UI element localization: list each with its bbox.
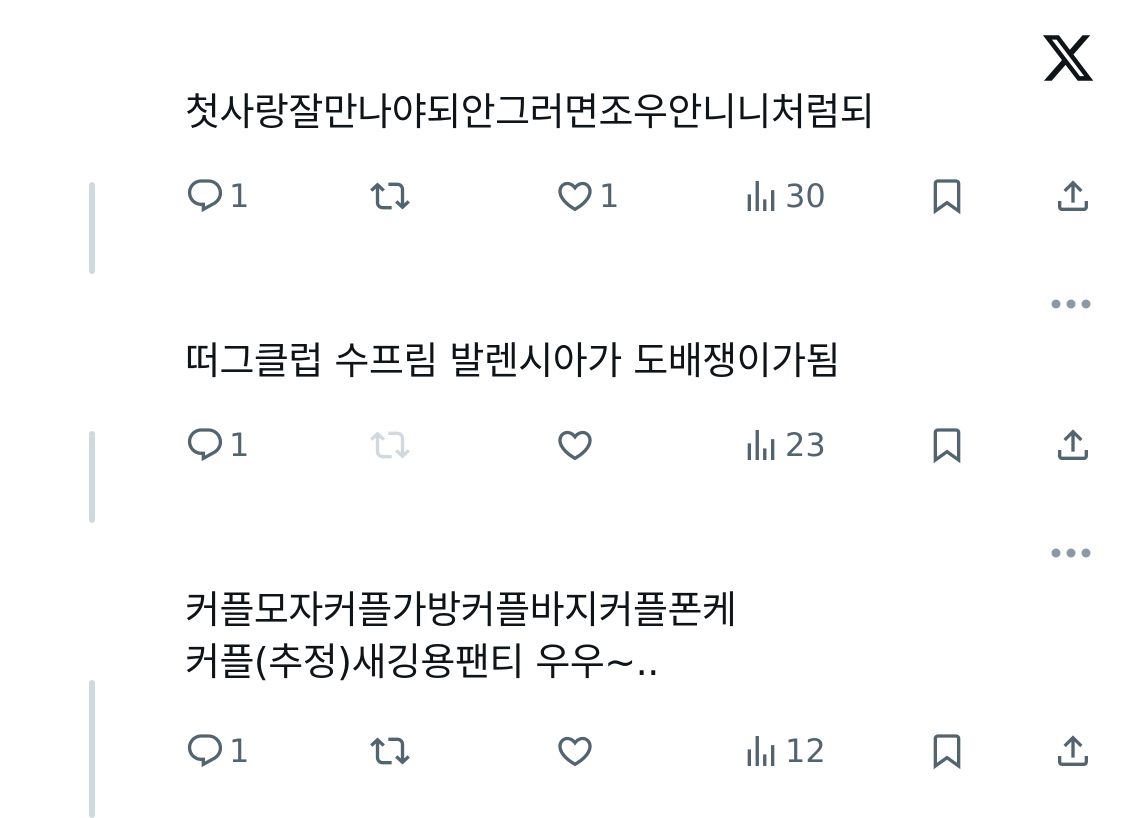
reply-icon: [187, 734, 223, 768]
post-action-bar: 1 1 30: [185, 174, 1095, 218]
heart-icon: [558, 430, 592, 461]
post-action-bar: 1 23: [185, 423, 1095, 467]
view-count: 30: [785, 177, 826, 215]
reply-icon: [187, 179, 223, 213]
reply-count: 1: [229, 426, 250, 464]
post-text: 커플모자커플가방커플바지커플폰케 커플(추정)새깅용팬티 우우~..: [185, 584, 737, 688]
view-count: 12: [785, 732, 826, 770]
share-icon: [1058, 180, 1088, 211]
repost-icon: [370, 431, 410, 459]
post-text-line: 떠그클럽 수프림 발렌시아가 도배쟁이가됨: [185, 339, 841, 383]
bookmark-icon: [933, 734, 961, 770]
repost-icon: [370, 182, 410, 210]
like-button[interactable]: [555, 729, 599, 773]
heart-icon: [558, 736, 592, 767]
analytics-icon: [747, 430, 775, 460]
analytics-icon: [747, 736, 775, 766]
thread-line: [89, 431, 95, 523]
more-options-icon[interactable]: [1050, 547, 1092, 559]
views-button[interactable]: 23: [741, 423, 826, 467]
share-icon: [1058, 735, 1088, 766]
reply-button[interactable]: 1: [185, 423, 249, 467]
bookmark-button[interactable]: [927, 423, 967, 467]
reply-button[interactable]: 1: [185, 174, 249, 218]
reply-count: 1: [229, 177, 250, 215]
views-button[interactable]: 30: [741, 174, 826, 218]
post-text-line: 첫사랑잘만나야되안그러면조우안니니처럼되: [185, 90, 875, 134]
thread-line: [89, 680, 95, 818]
share-icon: [1058, 429, 1088, 460]
repost-button[interactable]: [370, 174, 414, 218]
view-count: 23: [785, 426, 826, 464]
bookmark-icon: [933, 179, 961, 215]
x-logo-icon[interactable]: [1040, 30, 1096, 86]
thread-line: [89, 182, 95, 274]
post-text-line: 커플모자커플가방커플바지커플폰케: [185, 588, 737, 632]
bookmark-icon: [933, 428, 961, 464]
repost-button: [370, 423, 414, 467]
bookmark-button[interactable]: [927, 174, 967, 218]
share-button[interactable]: [1053, 729, 1093, 773]
views-button[interactable]: 12: [741, 729, 826, 773]
reply-icon: [187, 428, 223, 462]
more-options-icon[interactable]: [1050, 298, 1092, 310]
reply-button[interactable]: 1: [185, 729, 249, 773]
like-button[interactable]: 1: [555, 174, 619, 218]
post-text: 첫사랑잘만나야되안그러면조우안니니처럼되: [185, 86, 875, 138]
repost-icon: [370, 737, 410, 765]
post-action-bar: 1 12: [185, 729, 1095, 773]
bookmark-button[interactable]: [927, 729, 967, 773]
like-button[interactable]: [555, 423, 599, 467]
post-text-line: 커플(추정)새깅용팬티 우우~..: [185, 640, 659, 684]
share-button[interactable]: [1053, 423, 1093, 467]
like-count: 1: [599, 177, 620, 215]
repost-button[interactable]: [370, 729, 414, 773]
post-text: 떠그클럽 수프림 발렌시아가 도배쟁이가됨: [185, 335, 841, 387]
reply-count: 1: [229, 732, 250, 770]
analytics-icon: [747, 181, 775, 211]
share-button[interactable]: [1053, 174, 1093, 218]
heart-icon: [558, 181, 592, 212]
